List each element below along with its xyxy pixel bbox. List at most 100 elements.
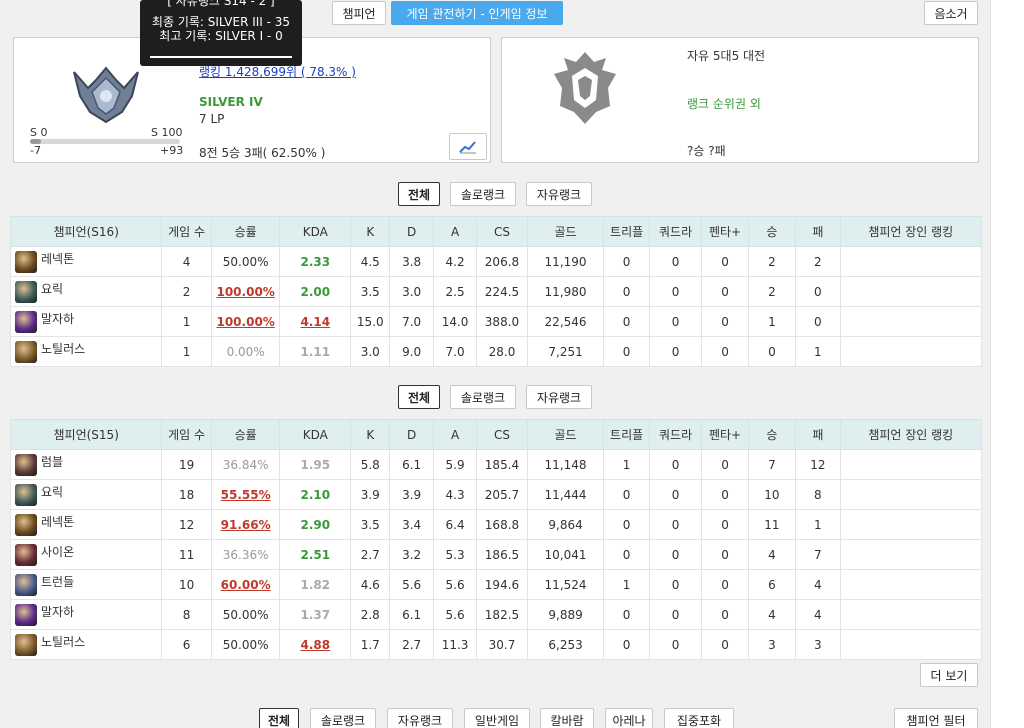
column-header-losses[interactable]: 패: [795, 419, 841, 450]
filter1-solo[interactable]: 솔로랭크: [450, 182, 516, 206]
cell-wr: 50.00%: [210, 246, 281, 277]
column-header-kills[interactable]: K: [350, 216, 391, 247]
column-header-games[interactable]: 게임 수: [161, 216, 212, 247]
column-header-mastery-ranking[interactable]: 챔피언 장인 랭킹: [839, 419, 983, 450]
column-header-winrate[interactable]: 승률: [210, 216, 281, 247]
champion-cell[interactable]: 말자하: [9, 306, 163, 337]
mute-button[interactable]: 음소거: [924, 1, 978, 25]
cell-a-value: 5.6: [445, 577, 465, 592]
column-header-kda[interactable]: KDA: [279, 216, 352, 247]
bottom-filter-solo[interactable]: 솔로랭크: [310, 708, 376, 728]
champion-cell[interactable]: 레넥톤: [9, 509, 163, 540]
filter2-all[interactable]: 전체: [398, 385, 440, 409]
column-header-triple[interactable]: 트리플: [603, 419, 650, 450]
column-header-gold[interactable]: 골드: [526, 419, 605, 450]
champion-filter-button[interactable]: 챔피언 필터: [894, 708, 978, 728]
lp-graph-button[interactable]: [449, 133, 487, 160]
filter2-solo[interactable]: 솔로랭크: [450, 385, 516, 409]
flex-queue-name: 자유 5대5 대전: [687, 49, 766, 63]
column-header-cs[interactable]: CS: [476, 216, 528, 247]
champion-cell[interactable]: 트런들: [9, 569, 163, 600]
column-header-champion[interactable]: 챔피언(S15): [9, 419, 163, 450]
cell-gold-value: 9,889: [548, 607, 583, 622]
cell-tri: 0: [603, 479, 650, 510]
cell-d-value: 5.6: [402, 577, 422, 592]
column-header-games[interactable]: 게임 수: [161, 419, 212, 450]
column-header-penta[interactable]: 펜타+: [701, 216, 749, 247]
cell-k-value: 2.7: [360, 547, 380, 562]
champion-cell[interactable]: 럼블: [9, 449, 163, 480]
column-header-champion[interactable]: 챔피언(S16): [9, 216, 163, 247]
champion-cell[interactable]: 노틸러스: [9, 629, 163, 660]
cell-k-value: 1.7: [360, 637, 380, 652]
bottom-filter-arena[interactable]: 아레나: [605, 708, 653, 728]
more-button[interactable]: 더 보기: [920, 663, 978, 687]
silver-emblem-icon: [73, 66, 139, 124]
cell-gold: 11,148: [526, 449, 605, 480]
column-header-quadra[interactable]: 쿼드라: [648, 216, 703, 247]
column-header-assists[interactable]: A: [432, 216, 478, 247]
champion-cell[interactable]: 레넥톤: [9, 246, 163, 277]
bottom-filter-flex[interactable]: 자유랭크: [387, 708, 453, 728]
cell-k-value: 3.9: [360, 487, 380, 502]
cell-d: 3.4: [389, 509, 434, 540]
cell-games-value: 11: [178, 547, 195, 562]
cell-d-value: 6.1: [402, 457, 422, 472]
column-header-wins[interactable]: 승: [747, 419, 797, 450]
cell-d: 3.9: [389, 479, 434, 510]
cell-quad: 0: [648, 539, 703, 570]
bottom-filter-normal[interactable]: 일반게임: [464, 708, 530, 728]
column-header-kills[interactable]: K: [350, 419, 391, 450]
bottom-filter-urf[interactable]: 집중포화: [664, 708, 734, 728]
cell-penta: 0: [701, 569, 749, 600]
champion-cell[interactable]: 사이온: [9, 539, 163, 570]
right-scroll-area[interactable]: [990, 0, 1024, 728]
column-header-losses[interactable]: 패: [795, 216, 841, 247]
filter1-flex[interactable]: 자유랭크: [526, 182, 592, 206]
champion-button[interactable]: 챔피언: [332, 1, 386, 25]
cell-d-value: 3.9: [402, 487, 422, 502]
column-header-triple[interactable]: 트리플: [603, 216, 650, 247]
cell-kda-value: 2.51: [300, 547, 331, 562]
champion-cell[interactable]: 노틸러스: [9, 336, 163, 367]
column-header-deaths[interactable]: D: [389, 216, 434, 247]
cell-wr-value: 50.00%: [222, 254, 269, 269]
column-header-assists[interactable]: A: [432, 419, 478, 450]
cell-tri-value: 0: [622, 254, 631, 269]
cell-games-value: 1: [182, 314, 191, 329]
cell-penta: 0: [701, 509, 749, 540]
page-background: [ 자유랭크 S14 - 2 ] 최종 기록: SILVER III - 35 …: [0, 0, 990, 728]
cell-gold-value: 11,980: [544, 284, 587, 299]
column-header-penta[interactable]: 펜타+: [701, 419, 749, 450]
cell-l: 8: [795, 479, 841, 510]
column-header-mastery-ranking[interactable]: 챔피언 장인 랭킹: [839, 216, 983, 247]
cell-games: 11: [161, 539, 212, 570]
column-header-gold[interactable]: 골드: [526, 216, 605, 247]
column-header-winrate[interactable]: 승률: [210, 419, 281, 450]
champion-name: 레넥톤: [41, 252, 75, 266]
cell-d: 5.6: [389, 569, 434, 600]
spectate-button[interactable]: 게임 관전하기 - 인게임 정보: [391, 1, 563, 25]
cell-tri-value: 0: [622, 517, 631, 532]
column-header-quadra[interactable]: 쿼드라: [648, 419, 703, 450]
bottom-filter-all[interactable]: 전체: [259, 708, 299, 728]
column-header-kda[interactable]: KDA: [279, 419, 352, 450]
cell-tri: 1: [603, 449, 650, 480]
cell-cs: 186.5: [476, 539, 528, 570]
bottom-filter-aram[interactable]: 칼바람: [540, 708, 594, 728]
column-header-cs[interactable]: CS: [476, 419, 528, 450]
champion-cell[interactable]: 말자하: [9, 599, 163, 630]
cell-quad: 0: [648, 599, 703, 630]
flex-tier: 랭크 순위권 외: [687, 97, 761, 111]
cell-gold: 6,253: [526, 629, 605, 660]
filter2-flex[interactable]: 자유랭크: [526, 385, 592, 409]
cell-kda-value: 2.10: [300, 487, 331, 502]
filter1-all[interactable]: 전체: [398, 182, 440, 206]
cell-quad: 0: [648, 306, 703, 337]
cell-d: 7.0: [389, 306, 434, 337]
rank-history-tooltip: [ 자유랭크 S14 - 2 ] 최종 기록: SILVER III - 35 …: [140, 0, 302, 66]
champion-cell[interactable]: 요릭: [9, 479, 163, 510]
column-header-wins[interactable]: 승: [747, 216, 797, 247]
champion-cell[interactable]: 요릭: [9, 276, 163, 307]
column-header-deaths[interactable]: D: [389, 419, 434, 450]
